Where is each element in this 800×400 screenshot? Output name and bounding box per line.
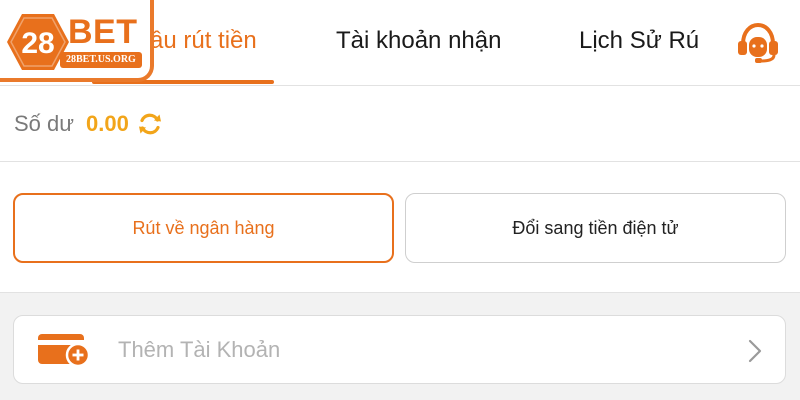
balance-value: 0.00 xyxy=(85,111,129,136)
refresh-icon[interactable] xyxy=(137,111,163,137)
chevron-right-icon xyxy=(748,339,762,363)
logo-number: 28 xyxy=(21,27,54,60)
balance-label: Số dư xyxy=(14,111,74,136)
logo-domain: 28BET.US.ORG xyxy=(60,52,142,68)
tab-receiving-account[interactable]: Tài khoản nhận xyxy=(336,26,501,56)
add-account-button[interactable]: Thêm Tài Khoản xyxy=(13,315,786,384)
tab-withdraw-history[interactable]: Lịch Sử Rú xyxy=(579,26,714,56)
logo-wordmark: BET xyxy=(68,13,138,51)
wallet-add-icon xyxy=(38,334,90,368)
add-account-label: Thêm Tài Khoản xyxy=(118,337,281,362)
balance-row: Số dư 0.00 xyxy=(14,108,163,140)
convert-to-crypto-button[interactable]: Đổi sang tiền điện tử xyxy=(405,193,786,263)
headset-icon[interactable] xyxy=(734,20,782,64)
withdraw-to-bank-button[interactable]: Rút về ngân hàng xyxy=(13,193,394,263)
brand-logo[interactable]: 28 BET 28BET.US.ORG xyxy=(0,0,154,82)
section-divider xyxy=(0,161,800,162)
tab-withdraw-request[interactable]: ầu rút tiền xyxy=(150,26,257,56)
